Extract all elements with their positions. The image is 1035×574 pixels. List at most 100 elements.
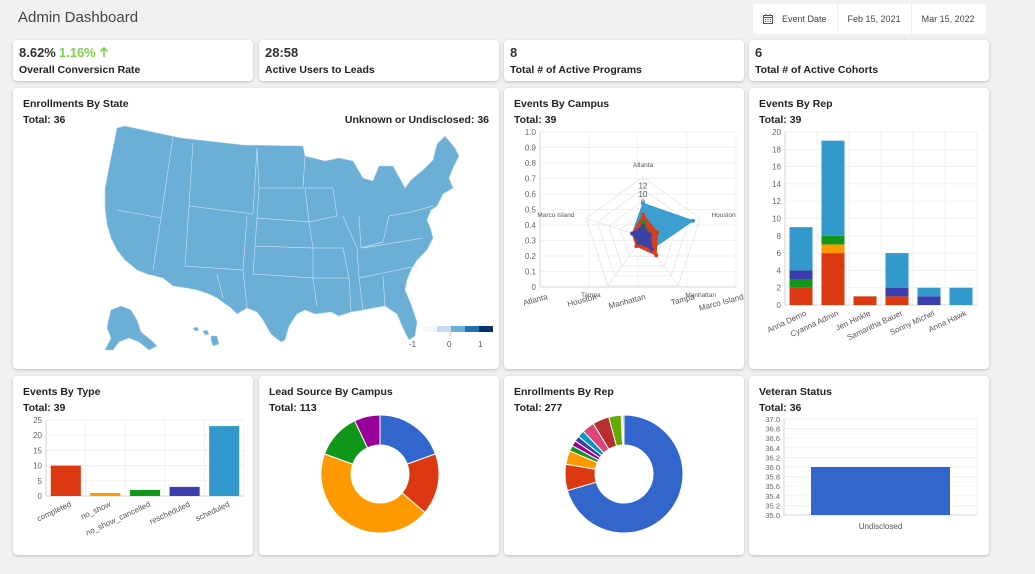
kpi-label: Active Users to Leads: [265, 64, 375, 76]
events-by-campus-radar-chart[interactable]: 0 0.1 0.2 0.3 0.4 0.5 0.6 0.7 0.8 0.9 1.0 Atlanta Ho…: [504, 88, 744, 369]
bar: [209, 426, 240, 496]
bar-segment-completed: [789, 287, 813, 305]
events-by-rep-stacked-bar-chart[interactable]: 02468101214161820Anna DemoCyanna AdminJe…: [749, 88, 989, 369]
bar: [811, 467, 950, 515]
events-by-type-card: Events By Type Total: 39 0 5 10 15 20 25 compl…: [13, 376, 253, 555]
y-tick-label: 0.3: [525, 237, 537, 246]
legend-tick: 1: [478, 340, 483, 349]
radar-point: [648, 232, 653, 237]
start-date-input[interactable]: Feb 15, 2021: [838, 4, 912, 34]
end-date-input[interactable]: Mar 15, 2022: [912, 4, 985, 34]
enrollments-by-state-card: Enrollments By State Total: 36 Unknown o…: [13, 88, 499, 369]
enrollments-by-rep-donut-chart[interactable]: [504, 376, 744, 555]
radar-axis-label: Marco Island: [537, 212, 575, 219]
y-tick-label: 10: [772, 215, 781, 224]
kpi-delta: 1.16%: [59, 45, 110, 60]
radar-point: [649, 247, 654, 252]
x-tick-label: Manhattan: [608, 292, 647, 310]
y-tick-label: 35.2: [765, 501, 780, 510]
us-choropleth-map[interactable]: -1 0 1: [13, 88, 499, 369]
kpi-label: Total # of Active Programs: [510, 64, 642, 76]
bar: [129, 489, 161, 496]
radar-point: [630, 231, 635, 236]
bar-segment-rescheduled: [917, 296, 941, 305]
y-tick-label: 25: [33, 416, 42, 425]
x-tick-label: completed: [35, 500, 72, 524]
bar-segment-scheduled: [885, 253, 909, 288]
y-tick-label: 16: [772, 163, 781, 172]
bar-segment-completed: [821, 253, 845, 305]
bar-segment-scheduled: [949, 287, 973, 305]
kpi-active-users-to-leads: 28:58 Active Users to Leads: [259, 40, 499, 81]
y-tick-label: 36.2: [765, 453, 780, 462]
y-tick-label: 37.0: [765, 415, 780, 424]
bar-segment-no_show_cancelled: [821, 235, 845, 245]
map-color-legend: -1 0 1: [409, 326, 493, 349]
y-tick-label: 0.6: [525, 190, 537, 199]
y-tick-label: 0: [38, 492, 43, 501]
y-tick-label: 0.8: [525, 159, 537, 168]
y-tick-label: 15: [33, 446, 42, 455]
date-range-filter[interactable]: Event Date Feb 15, 2021 Mar 15, 2022: [753, 4, 986, 34]
y-tick-label: 1.0: [525, 128, 537, 137]
bar: [50, 465, 81, 496]
y-tick-label: 20: [772, 128, 781, 137]
y-tick-label: 6: [777, 249, 782, 258]
x-tick-label: Undisclosed: [859, 522, 903, 531]
kpi-active-programs: 8 Total # of Active Programs: [504, 40, 744, 81]
legend-tick: -1: [409, 340, 417, 349]
y-tick-label: 35.4: [765, 492, 780, 501]
x-tick-label: rescheduled: [148, 500, 191, 527]
y-tick-label: 20: [33, 431, 42, 440]
bar-segment-scheduled: [917, 287, 941, 297]
radar-tick-label: 12: [639, 182, 648, 191]
radar-point: [641, 201, 645, 206]
x-tick-label: Atlanta: [522, 292, 549, 307]
y-tick-label: 8: [777, 232, 782, 241]
radar-point: [690, 218, 695, 223]
calendar-icon: [763, 14, 773, 24]
y-tick-label: 12: [772, 197, 781, 206]
legend-tick: 0: [447, 340, 452, 349]
lead-source-by-campus-card: Lead Source By Campus Total: 113: [259, 376, 499, 555]
y-tick-label: 36.8: [765, 425, 780, 434]
bar-segment-scheduled: [789, 227, 813, 271]
radar-axis-label: Manhattan: [685, 292, 716, 299]
event-date-selector[interactable]: Event Date: [753, 4, 838, 34]
radar-point: [636, 241, 641, 246]
radar-tick-label: 10: [639, 190, 648, 199]
kpi-value: 6: [755, 45, 763, 60]
y-tick-label: 35.0: [765, 511, 780, 520]
y-tick-label: 0.2: [525, 252, 537, 261]
kpi-value: 8: [510, 45, 518, 60]
kpi-label: Total # of Active Cohorts: [755, 64, 879, 76]
radar-point: [641, 212, 645, 217]
veteran-status-bar-chart[interactable]: 35.035.235.435.635.836.036.236.436.636.8…: [749, 376, 989, 555]
map-contiguous-us: [104, 125, 460, 343]
arrow-up-icon: [100, 46, 109, 57]
events-by-type-bar-chart[interactable]: 0510152025completed no_showno_show_cancel…: [13, 376, 253, 555]
y-tick-label: 4: [777, 266, 782, 275]
y-tick-label: 14: [772, 180, 781, 189]
radar-axis-label: Tampa: [581, 292, 601, 299]
radar-axis-label: Atlanta: [633, 162, 654, 169]
bar-segment-scheduled: [821, 140, 845, 236]
radar-point: [641, 220, 645, 224]
y-tick-label: 36.6: [765, 434, 780, 443]
lead-source-donut-chart[interactable]: [259, 376, 499, 555]
y-tick-label: 0.1: [525, 268, 537, 277]
y-tick-label: 0.4: [525, 221, 537, 230]
kpi-value: 8.62%: [19, 45, 56, 60]
events-by-rep-card: Events By Rep Total: 39 0 2 4 6 8 10 12 14 16 18 2…: [749, 88, 989, 369]
bar-segment-completed: [853, 296, 877, 305]
enrollments-by-rep-card: Enrollments By Rep Total: 277: [504, 376, 744, 555]
y-tick-label: 0.7: [525, 175, 537, 184]
kpi-active-cohorts: 6 Total # of Active Cohorts: [749, 40, 989, 81]
bar-segment-completed: [885, 296, 909, 305]
radar-point: [655, 230, 660, 235]
bar: [90, 492, 121, 496]
events-by-campus-card: Events By Campus Total: 39 0 0.1 0.2 0.3 0.4…: [504, 88, 744, 369]
bar-segment-no_show: [821, 244, 845, 254]
y-tick-label: 35.6: [765, 482, 780, 491]
date-filter-label: Event Date: [782, 14, 827, 24]
